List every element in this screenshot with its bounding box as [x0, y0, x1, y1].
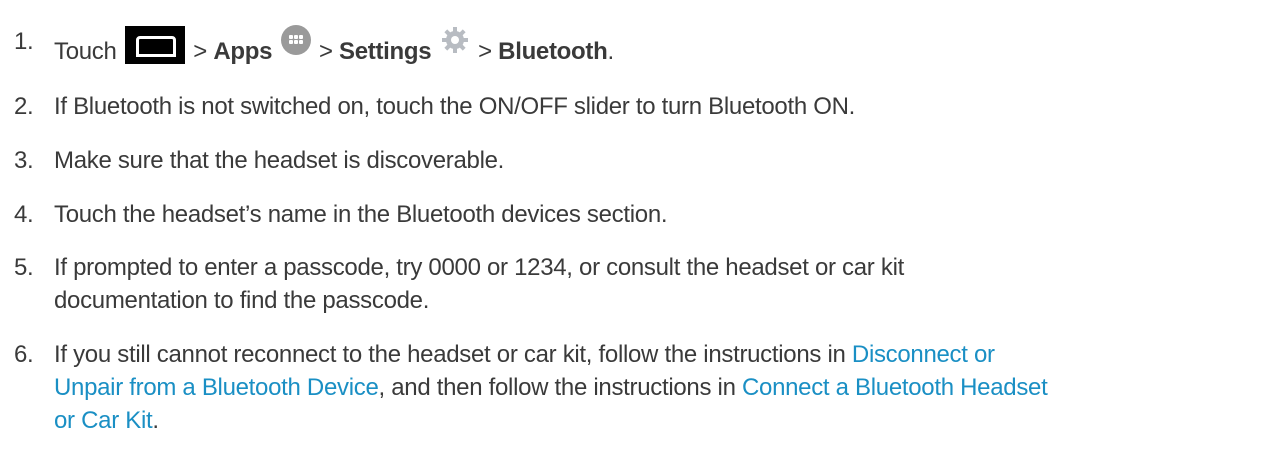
step-number: 3.	[14, 147, 34, 174]
step-3: 3. Make sure that the headset is discove…	[14, 144, 1246, 177]
separator: >	[478, 38, 492, 65]
period: .	[152, 407, 159, 434]
settings-gear-icon	[441, 27, 468, 53]
connect-headset-link-continued[interactable]: or Car Kit	[54, 407, 153, 434]
separator: >	[318, 38, 333, 65]
step-text-line: documentation to find the passcode.	[54, 287, 430, 314]
step-text-line: If prompted to enter a passcode, try 000…	[54, 254, 904, 281]
disconnect-unpair-link-continued[interactable]: Unpair from a Bluetooth Device	[54, 374, 379, 401]
step-number: 4.	[14, 201, 34, 228]
instruction-list: 1. Touch > Apps > Settings > Bluetooth. …	[0, 0, 1266, 457]
home-icon	[124, 26, 185, 64]
step-text: Touch the headset’s name in the Bluetoot…	[54, 201, 668, 228]
bluetooth-label: Bluetooth	[498, 38, 608, 65]
step-number: 5.	[14, 254, 34, 281]
separator: >	[193, 38, 208, 65]
step-text-segment: , and then follow the instructions in	[378, 374, 742, 401]
apps-icon	[280, 25, 311, 55]
step-1: 1. Touch > Apps > Settings > Bluetooth.	[14, 25, 1246, 68]
step-text: If Bluetooth is not switched on, touch t…	[54, 93, 856, 120]
step-4: 4. Touch the headset’s name in the Bluet…	[14, 198, 1246, 231]
connect-headset-link[interactable]: Connect a Bluetooth Headset	[742, 374, 1048, 401]
step-6: 6. If you still cannot reconnect to the …	[14, 338, 1246, 437]
period: .	[607, 38, 614, 65]
step-text: Make sure that the headset is discoverab…	[54, 147, 505, 174]
step-text-segment: If you still cannot reconnect to the hea…	[54, 341, 852, 368]
step-2: 2. If Bluetooth is not switched on, touc…	[14, 90, 1246, 123]
disconnect-unpair-link[interactable]: Disconnect or	[852, 341, 995, 368]
settings-label: Settings	[339, 38, 432, 65]
step-5: 5. If prompted to enter a passcode, try …	[14, 251, 1246, 317]
apps-label: Apps	[213, 38, 273, 65]
step-text: If you still cannot reconnect to the hea…	[54, 338, 1246, 437]
step-text: If prompted to enter a passcode, try 000…	[54, 251, 1246, 317]
step-number: 1.	[14, 28, 34, 55]
touch-word: Touch	[54, 38, 117, 65]
step-text: Touch > Apps > Settings > Bluetooth.	[54, 25, 1246, 68]
step-number: 2.	[14, 93, 34, 120]
step-number: 6.	[14, 341, 34, 368]
